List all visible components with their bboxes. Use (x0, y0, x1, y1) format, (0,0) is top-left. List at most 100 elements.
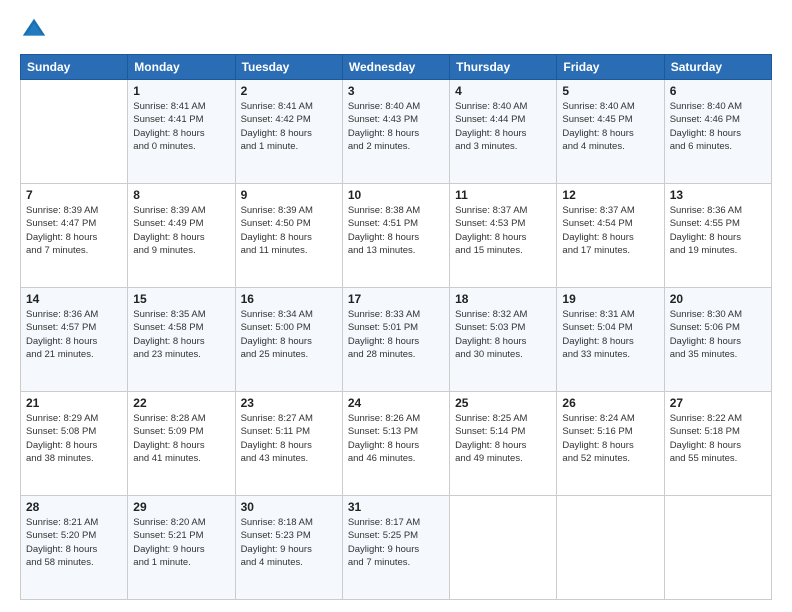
day-info: Sunrise: 8:30 AM Sunset: 5:06 PM Dayligh… (670, 308, 766, 361)
day-number: 28 (26, 500, 122, 514)
day-number: 31 (348, 500, 444, 514)
day-number: 21 (26, 396, 122, 410)
day-number: 14 (26, 292, 122, 306)
header-saturday: Saturday (664, 55, 771, 80)
calendar-cell: 13 Sunrise: 8:36 AM Sunset: 4:55 PM Dayli… (664, 184, 771, 288)
day-info: Sunrise: 8:39 AM Sunset: 4:47 PM Dayligh… (26, 204, 122, 257)
day-info: Sunrise: 8:40 AM Sunset: 4:44 PM Dayligh… (455, 100, 551, 153)
day-number: 27 (670, 396, 766, 410)
calendar-cell (450, 496, 557, 600)
calendar-cell: 23 Sunrise: 8:27 AM Sunset: 5:11 PM Dayli… (235, 392, 342, 496)
calendar-cell: 27 Sunrise: 8:22 AM Sunset: 5:18 PM Dayli… (664, 392, 771, 496)
logo (20, 16, 52, 44)
calendar-cell: 2Sunrise: 8:41 AM Sunset: 4:42 PM Daylig… (235, 80, 342, 184)
day-number: 25 (455, 396, 551, 410)
calendar-cell: 3 Sunrise: 8:40 AM Sunset: 4:43 PM Daylig… (342, 80, 449, 184)
calendar-cell: 26 Sunrise: 8:24 AM Sunset: 5:16 PM Dayli… (557, 392, 664, 496)
day-number: 30 (241, 500, 337, 514)
calendar-row-0: 1 Sunrise: 8:41 AM Sunset: 4:41 PM Daylig… (21, 80, 772, 184)
calendar-cell: 30 Sunrise: 8:18 AM Sunset: 5:23 PM Dayli… (235, 496, 342, 600)
day-number: 9 (241, 188, 337, 202)
calendar-cell (664, 496, 771, 600)
calendar-cell: 28 Sunrise: 8:21 AM Sunset: 5:20 PM Dayli… (21, 496, 128, 600)
day-info: Sunrise: 8:21 AM Sunset: 5:20 PM Dayligh… (26, 516, 122, 569)
calendar-cell: 8 Sunrise: 8:39 AM Sunset: 4:49 PM Daylig… (128, 184, 235, 288)
day-number: 20 (670, 292, 766, 306)
header-row: SundayMondayTuesdayWednesdayThursdayFrid… (21, 55, 772, 80)
calendar-cell: 24Sunrise: 8:26 AM Sunset: 5:13 PM Dayli… (342, 392, 449, 496)
day-number: 10 (348, 188, 444, 202)
day-info: Sunrise: 8:22 AM Sunset: 5:18 PM Dayligh… (670, 412, 766, 465)
day-number: 12 (562, 188, 658, 202)
header-sunday: Sunday (21, 55, 128, 80)
day-number: 15 (133, 292, 229, 306)
calendar-cell: 25Sunrise: 8:25 AM Sunset: 5:14 PM Dayli… (450, 392, 557, 496)
calendar-cell: 20 Sunrise: 8:30 AM Sunset: 5:06 PM Dayli… (664, 288, 771, 392)
header-thursday: Thursday (450, 55, 557, 80)
day-info: Sunrise: 8:38 AM Sunset: 4:51 PM Dayligh… (348, 204, 444, 257)
day-info: Sunrise: 8:40 AM Sunset: 4:43 PM Dayligh… (348, 100, 444, 153)
calendar-cell: 18Sunrise: 8:32 AM Sunset: 5:03 PM Dayli… (450, 288, 557, 392)
calendar-cell: 10 Sunrise: 8:38 AM Sunset: 4:51 PM Dayli… (342, 184, 449, 288)
day-number: 23 (241, 396, 337, 410)
day-number: 8 (133, 188, 229, 202)
day-number: 3 (348, 84, 444, 98)
calendar-row-4: 28 Sunrise: 8:21 AM Sunset: 5:20 PM Dayli… (21, 496, 772, 600)
day-info: Sunrise: 8:36 AM Sunset: 4:55 PM Dayligh… (670, 204, 766, 257)
calendar-cell: 4Sunrise: 8:40 AM Sunset: 4:44 PM Daylig… (450, 80, 557, 184)
day-number: 19 (562, 292, 658, 306)
calendar-cell: 19 Sunrise: 8:31 AM Sunset: 5:04 PM Dayli… (557, 288, 664, 392)
day-number: 26 (562, 396, 658, 410)
day-info: Sunrise: 8:41 AM Sunset: 4:42 PM Dayligh… (241, 100, 337, 153)
calendar-cell: 6Sunrise: 8:40 AM Sunset: 4:46 PM Daylig… (664, 80, 771, 184)
day-info: Sunrise: 8:33 AM Sunset: 5:01 PM Dayligh… (348, 308, 444, 361)
day-info: Sunrise: 8:27 AM Sunset: 5:11 PM Dayligh… (241, 412, 337, 465)
header (20, 16, 772, 44)
calendar-row-1: 7 Sunrise: 8:39 AM Sunset: 4:47 PM Daylig… (21, 184, 772, 288)
day-number: 16 (241, 292, 337, 306)
day-info: Sunrise: 8:18 AM Sunset: 5:23 PM Dayligh… (241, 516, 337, 569)
day-info: Sunrise: 8:37 AM Sunset: 4:54 PM Dayligh… (562, 204, 658, 257)
header-wednesday: Wednesday (342, 55, 449, 80)
day-number: 11 (455, 188, 551, 202)
day-info: Sunrise: 8:28 AM Sunset: 5:09 PM Dayligh… (133, 412, 229, 465)
calendar-cell: 22 Sunrise: 8:28 AM Sunset: 5:09 PM Dayli… (128, 392, 235, 496)
day-info: Sunrise: 8:41 AM Sunset: 4:41 PM Dayligh… (133, 100, 229, 153)
day-info: Sunrise: 8:37 AM Sunset: 4:53 PM Dayligh… (455, 204, 551, 257)
day-number: 5 (562, 84, 658, 98)
calendar-cell: 16 Sunrise: 8:34 AM Sunset: 5:00 PM Dayli… (235, 288, 342, 392)
calendar-cell (557, 496, 664, 600)
day-info: Sunrise: 8:17 AM Sunset: 5:25 PM Dayligh… (348, 516, 444, 569)
header-monday: Monday (128, 55, 235, 80)
day-number: 22 (133, 396, 229, 410)
day-info: Sunrise: 8:31 AM Sunset: 5:04 PM Dayligh… (562, 308, 658, 361)
calendar-cell: 11 Sunrise: 8:37 AM Sunset: 4:53 PM Dayli… (450, 184, 557, 288)
day-info: Sunrise: 8:39 AM Sunset: 4:49 PM Dayligh… (133, 204, 229, 257)
day-number: 18 (455, 292, 551, 306)
calendar-cell: 5Sunrise: 8:40 AM Sunset: 4:45 PM Daylig… (557, 80, 664, 184)
calendar-cell: 9 Sunrise: 8:39 AM Sunset: 4:50 PM Daylig… (235, 184, 342, 288)
page: SundayMondayTuesdayWednesdayThursdayFrid… (0, 0, 792, 612)
day-info: Sunrise: 8:24 AM Sunset: 5:16 PM Dayligh… (562, 412, 658, 465)
calendar-cell: 12 Sunrise: 8:37 AM Sunset: 4:54 PM Dayli… (557, 184, 664, 288)
day-info: Sunrise: 8:34 AM Sunset: 5:00 PM Dayligh… (241, 308, 337, 361)
header-tuesday: Tuesday (235, 55, 342, 80)
day-number: 17 (348, 292, 444, 306)
calendar-body: 1 Sunrise: 8:41 AM Sunset: 4:41 PM Daylig… (21, 80, 772, 600)
day-number: 7 (26, 188, 122, 202)
calendar-cell: 21Sunrise: 8:29 AM Sunset: 5:08 PM Dayli… (21, 392, 128, 496)
calendar-row-3: 21Sunrise: 8:29 AM Sunset: 5:08 PM Dayli… (21, 392, 772, 496)
calendar-cell: 1 Sunrise: 8:41 AM Sunset: 4:41 PM Daylig… (128, 80, 235, 184)
day-info: Sunrise: 8:20 AM Sunset: 5:21 PM Dayligh… (133, 516, 229, 569)
calendar-cell: 15Sunrise: 8:35 AM Sunset: 4:58 PM Dayli… (128, 288, 235, 392)
calendar-cell: 29Sunrise: 8:20 AM Sunset: 5:21 PM Dayli… (128, 496, 235, 600)
calendar-cell: 17 Sunrise: 8:33 AM Sunset: 5:01 PM Dayli… (342, 288, 449, 392)
calendar-cell: 31 Sunrise: 8:17 AM Sunset: 5:25 PM Dayli… (342, 496, 449, 600)
day-info: Sunrise: 8:39 AM Sunset: 4:50 PM Dayligh… (241, 204, 337, 257)
day-number: 13 (670, 188, 766, 202)
day-number: 6 (670, 84, 766, 98)
day-number: 1 (133, 84, 229, 98)
calendar-cell: 7 Sunrise: 8:39 AM Sunset: 4:47 PM Daylig… (21, 184, 128, 288)
day-number: 24 (348, 396, 444, 410)
calendar-cell: 14Sunrise: 8:36 AM Sunset: 4:57 PM Dayli… (21, 288, 128, 392)
